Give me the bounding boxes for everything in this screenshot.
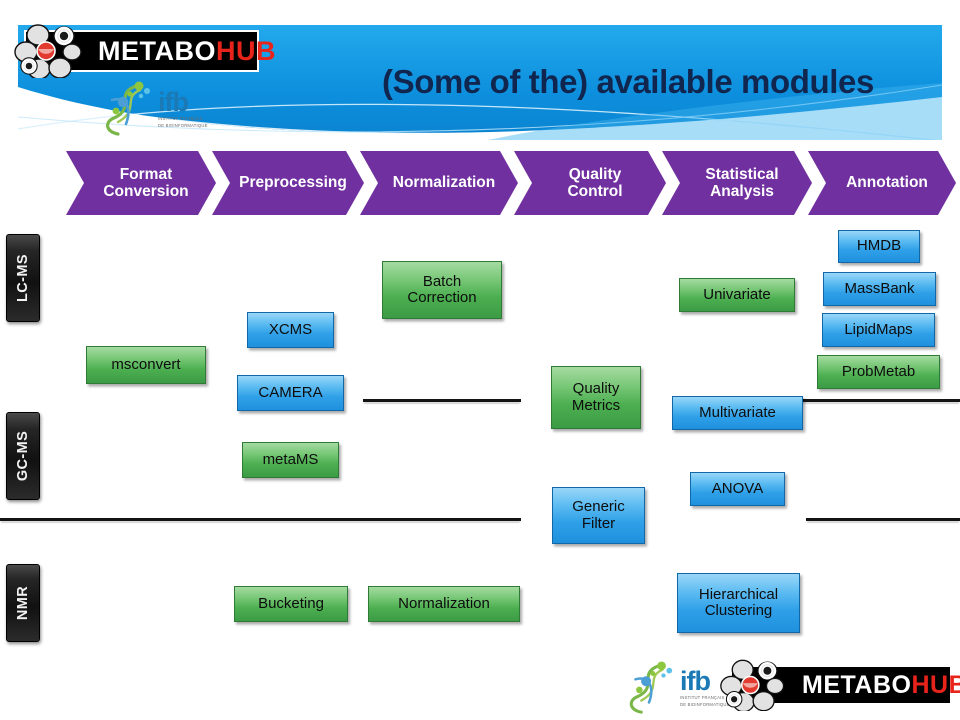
module-label: metaMS — [262, 450, 319, 468]
pipeline-step-statistical-analysis[interactable]: Statistical Analysis — [662, 151, 812, 215]
ifb-logo-header: ifb INSTITUT FRANÇAIS DE BIOINFORMATIQUE — [96, 80, 208, 138]
module-label: Multivariate — [699, 403, 776, 421]
technique-tab-lc-ms[interactable]: LC-MS — [6, 234, 40, 322]
pipeline-step-label: Statistical Analysis — [705, 165, 779, 200]
metabohub-wordmark: METABOHUB — [98, 36, 276, 67]
technique-tab-label: GC-MS — [15, 430, 31, 482]
metabohub-molecule-icon — [720, 659, 785, 711]
module-quality-metrics[interactable]: Quality Metrics — [551, 366, 641, 429]
module-label: ProbMetab — [841, 362, 916, 380]
module-metams[interactable]: metaMS — [242, 442, 339, 478]
technique-tab-label: LC-MS — [15, 254, 32, 302]
pipeline-step-annotation[interactable]: Annotation — [808, 151, 956, 215]
page-title: (Some of the) available modules — [382, 63, 874, 100]
module-camera[interactable]: CAMERA — [237, 375, 344, 411]
metabohub-wordmark: METABOHUB — [802, 671, 960, 700]
module-multivariate[interactable]: Multivariate — [672, 396, 803, 430]
metabohub-word-hub: HUB — [216, 35, 276, 66]
ifb-subtitle-line2: DE BIOINFORMATIQUE — [158, 123, 208, 129]
ifb-helix-icon — [106, 81, 150, 136]
technique-tab-label: NMR — [15, 585, 32, 621]
ifb-helix-icon — [629, 661, 673, 714]
divider-lcms-gcms-left — [363, 399, 521, 402]
module-label: Batch Correction — [407, 272, 477, 306]
pipeline-step-label: Format Conversion — [103, 165, 189, 200]
module-generic-filter[interactable]: Generic Filter — [552, 487, 645, 544]
module-bucketing[interactable]: Bucketing — [234, 586, 348, 622]
pipeline-step-label: Normalization — [392, 174, 496, 192]
module-batch-correction[interactable]: Batch Correction — [382, 261, 502, 319]
metabohub-molecule-icon — [14, 24, 82, 78]
technique-tab-nmr[interactable]: NMR — [6, 564, 40, 642]
module-massbank[interactable]: MassBank — [823, 272, 936, 306]
module-probmetab[interactable]: ProbMetab — [817, 355, 940, 389]
divider-lcms-gcms-right — [802, 399, 960, 402]
module-label: XCMS — [268, 320, 313, 338]
metabohub-logo-footer: METABOHUB — [720, 659, 960, 711]
pipeline-step-normalization[interactable]: Normalization — [360, 151, 518, 215]
module-label: Bucketing — [258, 594, 324, 612]
divider-gcms-nmr-left — [0, 518, 521, 521]
metabohub-word-hub: HUB — [911, 670, 960, 699]
metabohub-word-metabo: METABO — [98, 35, 216, 66]
module-normalization[interactable]: Normalization — [368, 586, 520, 622]
module-xcms[interactable]: XCMS — [247, 312, 334, 348]
module-label: Quality Metrics — [571, 380, 621, 414]
module-label: Univariate — [703, 285, 771, 303]
module-msconvert[interactable]: msconvert — [86, 346, 206, 384]
divider-gcms-nmr-right — [806, 518, 960, 521]
pipeline-step-label: Preprocessing — [239, 174, 347, 192]
module-label: CAMERA — [258, 383, 323, 401]
module-label: HMDB — [856, 237, 902, 255]
module-label: Hierarchical Clustering — [698, 585, 779, 619]
module-anova[interactable]: ANOVA — [690, 472, 785, 506]
module-hmdb[interactable]: HMDB — [838, 230, 920, 263]
module-univariate[interactable]: Univariate — [679, 278, 795, 312]
module-label: ANOVA — [711, 479, 764, 497]
ifb-wordmark: ifb INSTITUT FRANÇAIS DE BIOINFORMATIQUE — [158, 86, 208, 129]
metabohub-word-metabo: METABO — [802, 670, 912, 699]
pipeline-step-preprocessing[interactable]: Preprocessing — [212, 151, 364, 215]
pipeline-step-quality-control[interactable]: Quality Control — [514, 151, 666, 215]
module-label: msconvert — [111, 355, 181, 373]
ifb-subtitle-line1: INSTITUT FRANÇAIS — [158, 115, 203, 121]
pipeline-step-label: Annotation — [846, 174, 928, 192]
module-label: Generic Filter — [572, 498, 625, 532]
metabohub-logo-header: METABOHUB — [14, 24, 276, 78]
pipeline-step-label: Quality Control — [567, 165, 623, 200]
module-lipidmaps[interactable]: LipidMaps — [822, 313, 935, 347]
pipeline-step-format-conversion[interactable]: Format Conversion — [66, 151, 216, 215]
technique-tab-gc-ms[interactable]: GC-MS — [6, 412, 40, 500]
module-label: MassBank — [844, 279, 915, 297]
pipeline-steps: Format Conversion Preprocessing Normaliza… — [66, 151, 956, 215]
ifb-acronym: ifb — [158, 86, 189, 117]
module-hierarchical-clustering[interactable]: Hierarchical Clustering — [677, 573, 800, 633]
ifb-logo-footer: ifb INSTITUT FRANÇAIS DE BIOINFORMATIQUE — [620, 660, 730, 716]
module-label: Normalization — [398, 594, 490, 612]
module-label: LipidMaps — [844, 320, 913, 338]
